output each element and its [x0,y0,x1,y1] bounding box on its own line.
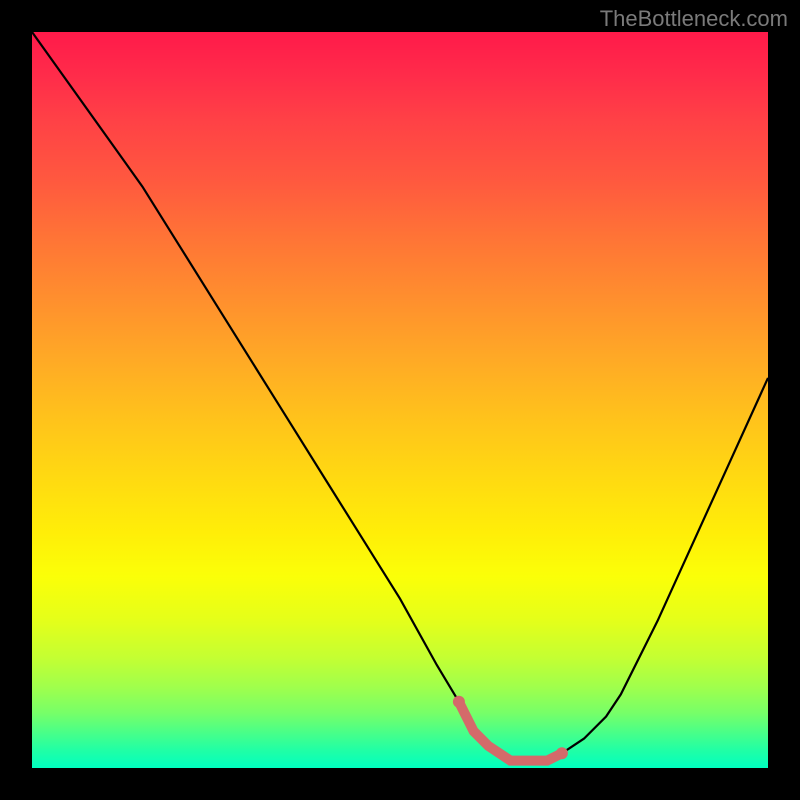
highlight-dot-left [453,696,465,708]
bottleneck-curve [32,32,768,761]
highlight-segment [459,702,562,761]
chart-svg [32,32,768,768]
plot-area [32,32,768,768]
highlight-dot-right [556,747,568,759]
watermark-text: TheBottleneck.com [600,6,788,32]
